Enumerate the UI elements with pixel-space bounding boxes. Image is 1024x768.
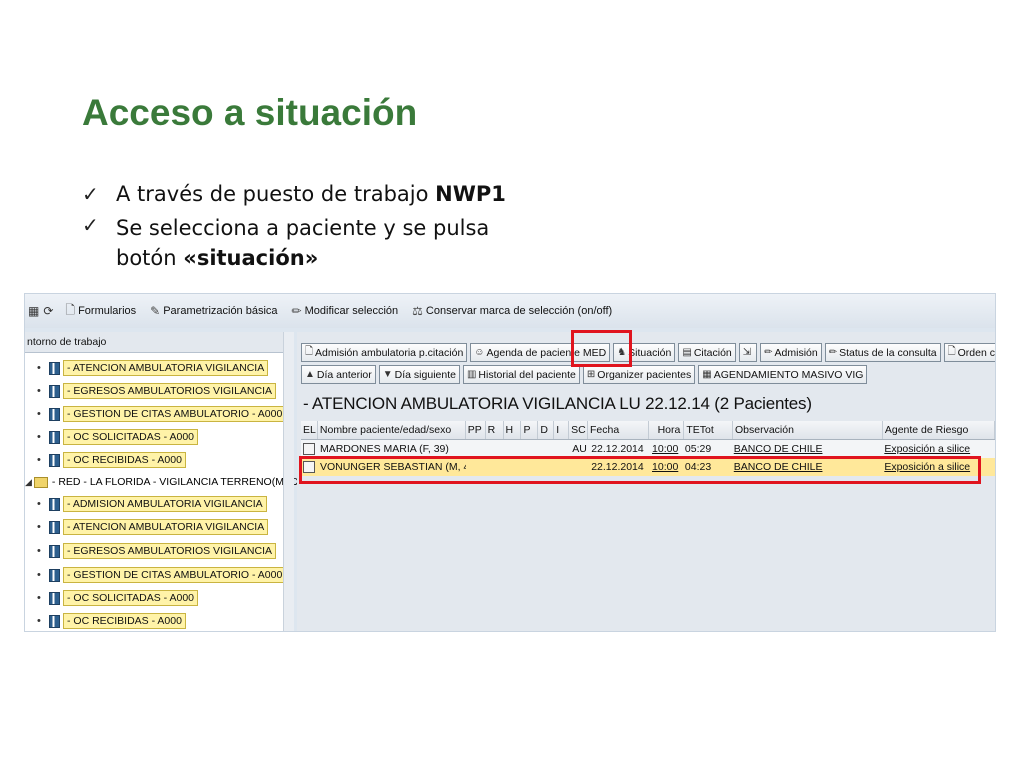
pencil-icon: ✏ [764,347,773,358]
bullet-item: ✓ Se selecciona a paciente y se pulsa bo… [82,213,556,273]
tree-node[interactable]: • - EGRESOS AMBULATORIOS VIGILANCIA [37,382,276,400]
dia-siguiente-button[interactable]: ▼ Día siguiente [378,365,460,384]
tree-node[interactable]: • - OC SOLICITADAS - A000 [37,589,199,607]
checkmark-icon: ✓ [82,213,99,237]
list-icon [49,453,60,467]
col-tetot[interactable]: TETot [684,421,733,439]
admision-ambulatoria-button[interactable]: 🗋 Admisión ambulatoria p.citación [301,343,468,362]
document-icon: 🗋 [947,346,956,357]
workspace-tree: ntorno de trabajo • - ATENCION AMBULATORI… [25,332,302,631]
export-button[interactable]: ⇲ [738,343,758,362]
col-agente[interactable]: Agente de Riesgo [883,421,995,439]
list-icon [49,361,60,375]
grid-icon[interactable]: ▦ [28,304,39,318]
tree-node[interactable]: • - ADMISION AMBULATORIA VIGILANCIA [37,495,267,513]
conservar-marca-button[interactable]: ⚖ Conservar marca de selección (on/off) [412,304,612,318]
tree-node[interactable]: • - GESTION DE CITAS AMBULATORIO - A000 [37,566,287,584]
bullet-bold: NWP1 [435,182,506,206]
col-pp[interactable]: PP [466,421,486,439]
action-buttons-row2: ▲ Día anterior ▼ Día siguiente ▥ Historial … [301,365,870,384]
bullet-bold: «situación» [183,246,319,270]
admision-button[interactable]: ✏ Admisión [760,343,822,362]
organizer-icon: ⊞ [586,369,596,380]
pencil-icon: ✏ [828,347,838,358]
list-icon [49,568,60,582]
action-buttons-row1: 🗋 Admisión ambulatoria p.citación ☺ Agenda… [301,343,995,362]
pencil-icon: ✏ [291,304,302,318]
list-icon [49,591,60,605]
export-icon: ⇲ [742,347,752,358]
col-observacion[interactable]: Observación [733,421,883,439]
col-h[interactable]: H [504,421,522,439]
tree-node[interactable]: • - ATENCION AMBULATORIA VIGILANCIA [37,359,269,377]
col-r[interactable]: R [486,421,504,439]
tree-node[interactable]: • - OC RECIBIDAS - A000 [37,612,186,630]
highlight-situacion [571,330,632,367]
col-p[interactable]: P [521,421,539,439]
history-icon: ▥ [466,369,477,380]
collapse-icon[interactable]: ◢ [25,477,32,488]
list-icon [49,614,60,628]
app-toolbar: ▦ ⟳ 🗋 Formularios ✎ Parametrización básica… [25,294,995,328]
checkmark-icon: ✓ [82,182,99,206]
list-icon [49,520,60,534]
tree-node[interactable]: • - ATENCION AMBULATORIA VIGILANCIA [37,518,269,536]
arrow-up-icon: ▲ [305,369,315,380]
tree-header: ntorno de trabajo [25,332,283,353]
slide-title: Acceso a situación [82,92,418,133]
list-title: - ATENCION AMBULATORIA VIGILANCIA LU 22.… [303,394,812,413]
citacion-button[interactable]: ▤ Citación [678,343,736,362]
modificar-seleccion-button[interactable]: ✏ Modificar selección [292,304,399,318]
agendamiento-masivo-button[interactable]: ▦ AGENDAMIENTO MASIVO VIG [698,365,868,384]
col-el[interactable]: EL [301,421,318,439]
list-icon [49,384,60,398]
col-hora[interactable]: Hora [649,421,685,439]
grid-header: EL Nombre paciente/edad/sexo PP R H P D … [301,421,995,440]
tree-node[interactable]: • - OC SOLICITADAS - A000 [37,428,199,446]
list-icon [49,430,60,444]
tree-node[interactable]: • - GESTION DE CITAS AMBULATORIO - A000 [37,405,287,423]
historial-paciente-button[interactable]: ▥ Historial del paciente [462,365,580,384]
status-consulta-button[interactable]: ✏ Status de la consulta [824,343,941,362]
organizer-pacientes-button[interactable]: ⊞ Organizer pacientes [582,365,696,384]
document-icon: 🗋 [305,346,314,357]
dia-anterior-button[interactable]: ▲ Día anterior [301,365,376,384]
parametrizacion-button[interactable]: ✎ Parametrización básica [150,304,277,318]
person-icon: ☺ [474,347,485,358]
formularios-button[interactable]: 🗋 Formularios [65,301,136,322]
col-d[interactable]: D [538,421,555,439]
sap-screenshot: ▦ ⟳ 🗋 Formularios ✎ Parametrización básica… [24,293,996,632]
tree-node[interactable]: • - OC RECIBIDAS - A000 [37,451,186,469]
highlight-selected-row [299,456,981,484]
settings-icon: ✎ [150,304,161,318]
document-icon: 🗋 [65,302,76,317]
arrow-down-icon: ▼ [382,369,393,380]
list-icon [49,407,60,421]
folder-icon [33,476,48,488]
orden-clinica-button[interactable]: 🗋Orden clínica [943,343,995,362]
mark-icon: ⚖ [412,304,423,318]
col-i[interactable]: I [554,421,570,439]
col-sc[interactable]: SC [569,421,589,439]
patient-icon [303,443,315,455]
bullet-text: A través de puesto de trabajo [116,182,436,206]
list-icon [49,497,60,511]
bullet-item: ✓ A través de puesto de trabajo NWP1 [82,182,556,213]
col-nombre[interactable]: Nombre paciente/edad/sexo [318,421,466,439]
tree-node[interactable]: • - EGRESOS AMBULATORIOS VIGILANCIA [37,542,276,560]
list-icon [49,544,60,558]
bullet-list: ✓ A través de puesto de trabajo NWP1 ✓ S… [82,182,556,273]
col-fecha[interactable]: Fecha [588,421,649,439]
calendar-icon: ▦ [702,369,712,380]
tree-folder-node[interactable]: ◢ - RED - LA FLORIDA - VIGILANCIA TERRENO… [25,473,302,491]
calendar-icon: ▤ [682,347,692,358]
refresh-icon[interactable]: ⟳ [43,304,53,318]
tree-scrollbar[interactable] [283,332,294,631]
patient-list-panel: 🗋 Admisión ambulatoria p.citación ☺ Agenda… [297,330,995,631]
